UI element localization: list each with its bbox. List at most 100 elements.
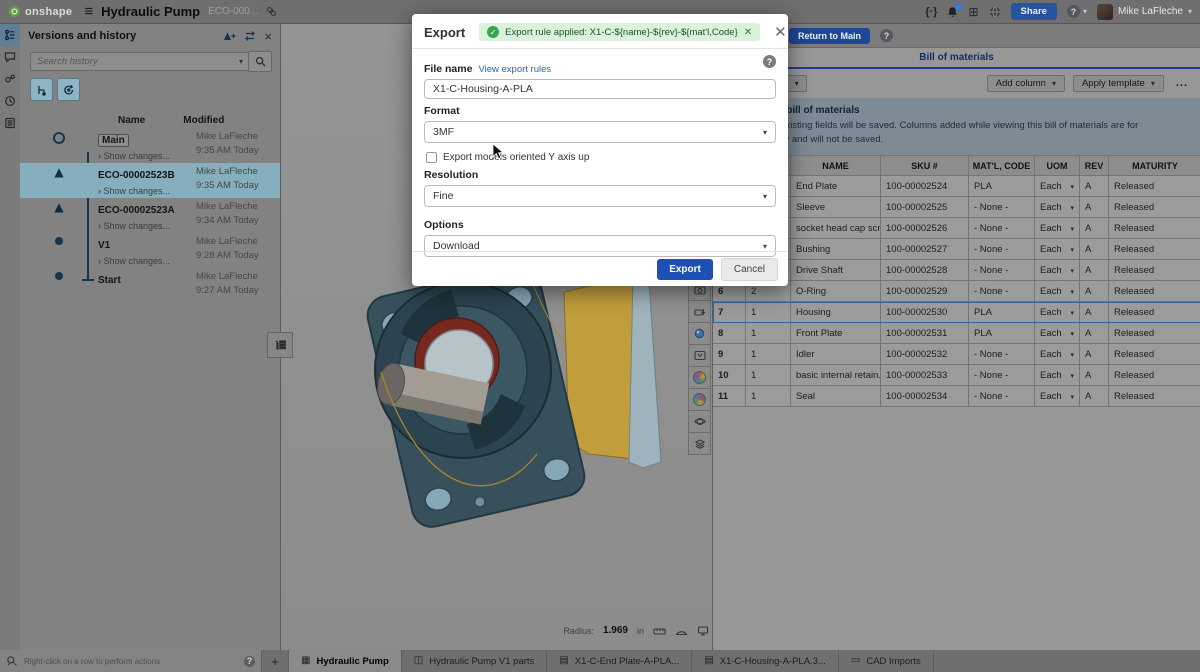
version-row[interactable]: ▲ ECO-00002523A Show changes... Mike LaF…	[20, 198, 280, 233]
learning-center-icon[interactable]	[989, 6, 1001, 18]
banner-close-icon[interactable]: ✕	[744, 27, 752, 38]
cell-uom[interactable]: Each	[1035, 323, 1080, 343]
color-wheel-icon[interactable]	[688, 366, 711, 389]
user-menu[interactable]: Mike LaFleche ▾	[1097, 4, 1192, 20]
return-to-main-button[interactable]: Return to Main	[789, 28, 870, 44]
show-changes-toggle[interactable]	[57, 78, 80, 101]
cell-uom[interactable]: Each	[1035, 218, 1080, 238]
show-changes-link[interactable]: Show changes...	[98, 186, 178, 196]
notes-icon[interactable]	[0, 112, 20, 134]
version-row[interactable]: Start Mike LaFleche 9:27 AM Today	[20, 268, 280, 302]
compare-icon[interactable]	[244, 30, 256, 42]
cell-uom[interactable]: Each	[1035, 344, 1080, 364]
file-name-input[interactable]	[424, 79, 776, 99]
cell-uom[interactable]: Each	[1035, 386, 1080, 406]
version-row[interactable]: ▲ ECO-00002523B Show changes... Mike LaF…	[20, 163, 280, 198]
status-search-icon[interactable]	[6, 655, 18, 667]
onshape-logo[interactable]: onshape	[8, 5, 72, 18]
comments-icon[interactable]	[0, 46, 20, 68]
menu-icon[interactable]: ≡	[84, 4, 93, 19]
bom-row[interactable]: 9 1 Idler 100-00002532 - None - Each A R…	[713, 344, 1200, 365]
document-tab[interactable]: CAD Imports	[839, 650, 934, 672]
help-menu[interactable]: ? ▾	[1067, 5, 1087, 18]
notification-badge	[955, 3, 962, 10]
status-help-icon[interactable]: ?	[244, 656, 255, 667]
create-version-icon[interactable]	[223, 31, 236, 42]
cell-uom[interactable]: Each	[1035, 176, 1080, 196]
cell-maturity: Released	[1109, 365, 1200, 385]
search-button[interactable]	[248, 51, 272, 72]
material-wheel-icon[interactable]	[688, 388, 711, 411]
cell-rev: A	[1080, 239, 1109, 259]
add-column-button[interactable]: Add column▾	[987, 75, 1065, 92]
dialog-close-icon[interactable]: ✕	[774, 25, 787, 40]
tab-label: CAD Imports	[866, 656, 920, 667]
document-tab[interactable]: X1-C-Housing-A-PLA.3...	[692, 650, 839, 672]
featurescript-box-icon[interactable]	[688, 344, 711, 367]
cell-uom[interactable]: Each	[1035, 281, 1080, 301]
more-options-button[interactable]: ...	[1172, 77, 1192, 89]
document-tab[interactable]: Hydraulic Pump	[289, 650, 402, 672]
section-view-icon[interactable]	[688, 300, 711, 323]
cell-rev: A	[1080, 344, 1109, 364]
cell-rev: A	[1080, 281, 1109, 301]
bom-row[interactable]: 10 1 basic internal retain... 100-000025…	[713, 365, 1200, 386]
link-icon[interactable]	[266, 6, 277, 17]
cell-uom[interactable]: Each	[1035, 302, 1080, 322]
checkbox[interactable]	[426, 152, 437, 163]
mass-properties-icon[interactable]	[697, 626, 709, 636]
close-panel-icon[interactable]: ×	[264, 29, 272, 44]
version-row[interactable]: Main Show changes... Mike LaFleche 9:35 …	[20, 128, 280, 163]
format-select[interactable]: 3MF▾	[424, 121, 776, 143]
chevron-down-icon	[1070, 328, 1074, 339]
bom-row[interactable]: 7 1 Housing 100-00002530 PLA Each A Rele…	[713, 302, 1200, 323]
cell-uom[interactable]: Each	[1035, 260, 1080, 280]
follow-mode-icon[interactable]	[0, 68, 20, 90]
show-branches-toggle[interactable]	[30, 78, 53, 101]
search-filter-caret-icon[interactable]: ▾	[239, 57, 243, 66]
share-button[interactable]: Share	[1011, 3, 1057, 20]
export-rule-text: Export rule applied: X1-C-${name}-${rev}…	[505, 27, 738, 38]
history-clock-icon[interactable]	[0, 90, 20, 112]
versions-history-icon[interactable]	[0, 24, 20, 46]
cell-uom[interactable]: Each	[1035, 365, 1080, 385]
modified-by: Mike LaFleche	[196, 200, 259, 214]
document-tab[interactable]: Hydraulic Pump V1 parts	[402, 650, 548, 672]
modified-time: 9:35 AM Today	[196, 179, 259, 193]
notifications-bell-icon[interactable]	[947, 6, 958, 18]
chevron-down-icon: ▾	[1151, 79, 1155, 88]
cell-rev: A	[1080, 260, 1109, 280]
appearance-icon[interactable]	[688, 322, 711, 345]
cell-uom[interactable]: Each	[1035, 239, 1080, 259]
cell-uom[interactable]: Each	[1035, 197, 1080, 217]
cell-matl-code: - None -	[969, 197, 1035, 217]
layers-icon[interactable]	[688, 432, 711, 455]
export-button[interactable]: Export	[657, 259, 713, 280]
cancel-button[interactable]: Cancel	[721, 258, 778, 281]
document-tab[interactable]: X1-C-End Plate-A-PLA...	[547, 650, 692, 672]
apps-icon[interactable]: ⊞	[968, 5, 978, 19]
bill-of-materials-tab[interactable]: Bill of materials	[919, 52, 993, 63]
version-row[interactable]: V1 Show changes... Mike LaFleche 9:28 AM…	[20, 233, 280, 268]
tab-label: X1-C-End Plate-A-PLA...	[575, 656, 680, 667]
cell-qty: 1	[746, 344, 791, 364]
measure-angle-icon[interactable]	[675, 626, 688, 636]
feature-list-toggle[interactable]	[267, 332, 293, 358]
show-changes-link[interactable]: Show changes...	[98, 151, 178, 161]
view-export-rules-link[interactable]: View export rules	[478, 64, 551, 75]
rotate-view-icon[interactable]	[688, 410, 711, 433]
show-changes-link[interactable]: Show changes...	[98, 221, 178, 231]
banner-help-icon[interactable]: ?	[880, 29, 893, 42]
resolution-select[interactable]: Fine▾	[424, 185, 776, 207]
show-changes-link[interactable]: Show changes...	[98, 256, 178, 266]
tab-label: Hydraulic Pump V1 parts	[429, 656, 534, 667]
search-history-input[interactable]	[30, 52, 254, 71]
featurescript-icon[interactable]: {·}	[925, 6, 937, 18]
bom-row[interactable]: 8 1 Front Plate 100-00002531 PLA Each A …	[713, 323, 1200, 344]
apply-template-button[interactable]: Apply template▾	[1073, 75, 1164, 92]
y-axis-checkbox-row[interactable]: Export models oriented Y axis up	[426, 152, 776, 163]
dialog-help-icon[interactable]: ?	[763, 55, 776, 68]
measure-length-icon[interactable]	[653, 626, 666, 636]
bom-row[interactable]: 11 1 Seal 100-00002534 - None - Each A R…	[713, 386, 1200, 407]
new-tab-button[interactable]: +	[262, 650, 289, 672]
